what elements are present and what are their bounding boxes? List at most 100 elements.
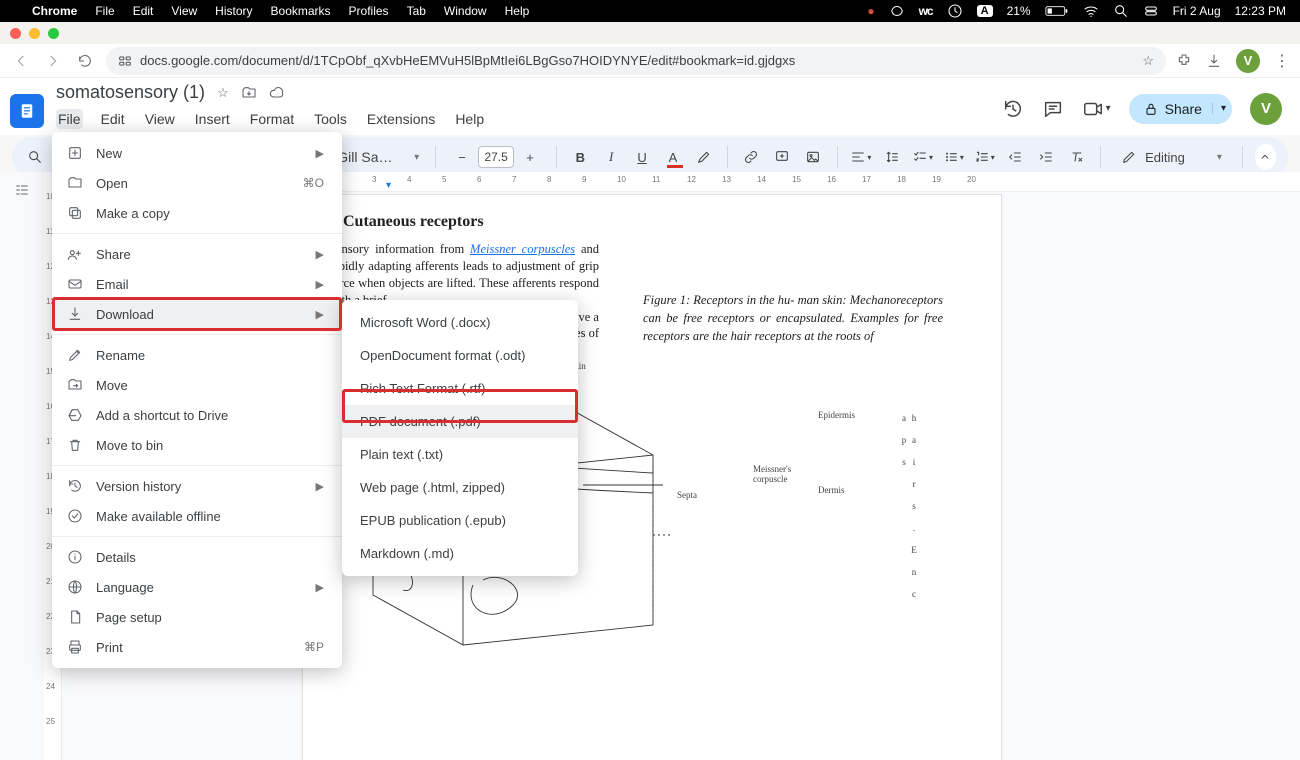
docs-menu-view[interactable]: View: [143, 109, 177, 129]
site-settings-icon[interactable]: [118, 54, 132, 68]
file-menu-make-available-offline[interactable]: Make available offline: [52, 501, 342, 531]
file-menu-language[interactable]: Language▶: [52, 572, 342, 602]
clear-formatting-button[interactable]: [1065, 143, 1088, 171]
back-button[interactable]: [10, 50, 32, 72]
wetransfer-icon[interactable]: wc: [919, 4, 933, 18]
file-menu-details[interactable]: Details: [52, 542, 342, 572]
meet-icon[interactable]: ▾: [1082, 98, 1111, 120]
download-option-html[interactable]: Web page (.html, zipped): [342, 471, 578, 504]
docs-menu-help[interactable]: Help: [453, 109, 486, 129]
macos-menu-profiles[interactable]: Profiles: [349, 4, 389, 18]
increase-indent-button[interactable]: [1035, 143, 1058, 171]
close-window-button[interactable]: [10, 28, 21, 39]
share-dropdown-icon[interactable]: ▾: [1212, 103, 1226, 114]
docs-menu-file[interactable]: File: [56, 109, 83, 129]
download-option-txt[interactable]: Plain text (.txt): [342, 438, 578, 471]
bold-button[interactable]: B: [569, 143, 592, 171]
star-icon[interactable]: ☆: [217, 85, 229, 101]
italic-button[interactable]: I: [600, 143, 623, 171]
editing-mode-select[interactable]: Editing ▾: [1113, 149, 1230, 165]
file-menu-version-history[interactable]: Version history▶: [52, 471, 342, 501]
control-center-icon[interactable]: [1143, 3, 1159, 19]
battery-icon[interactable]: [1045, 5, 1069, 17]
file-menu-move-to-bin[interactable]: Move to bin: [52, 430, 342, 460]
download-option-odt[interactable]: OpenDocument format (.odt): [342, 339, 578, 372]
maximize-window-button[interactable]: [48, 28, 59, 39]
file-menu-open[interactable]: Open⌘O: [52, 168, 342, 198]
docs-menu-extensions[interactable]: Extensions: [365, 109, 437, 129]
bulleted-list-button[interactable]: ▾: [942, 143, 965, 171]
download-option-docx[interactable]: Microsoft Word (.docx): [342, 306, 578, 339]
comments-icon[interactable]: [1042, 98, 1064, 120]
macos-menu-bookmarks[interactable]: Bookmarks: [271, 4, 331, 18]
minimize-window-button[interactable]: [29, 28, 40, 39]
file-menu-page-setup[interactable]: Page setup: [52, 602, 342, 632]
macos-app-name[interactable]: Chrome: [32, 4, 77, 18]
file-menu-share[interactable]: Share▶: [52, 239, 342, 269]
macos-menu-file[interactable]: File: [95, 4, 114, 18]
share-button[interactable]: Share ▾: [1129, 94, 1232, 124]
file-menu-move[interactable]: Move: [52, 370, 342, 400]
macos-time[interactable]: 12:23 PM: [1235, 4, 1286, 18]
macos-menu-tab[interactable]: Tab: [407, 4, 426, 18]
chrome-menu-icon[interactable]: ⋮: [1274, 51, 1290, 71]
numbered-list-button[interactable]: ▾: [973, 143, 996, 171]
insert-link-button[interactable]: [740, 143, 763, 171]
file-menu-download[interactable]: Download▶: [52, 299, 342, 329]
chrome-profile-avatar[interactable]: V: [1236, 49, 1260, 73]
align-button[interactable]: ▾: [849, 143, 872, 171]
reload-button[interactable]: [74, 50, 96, 72]
wifi-icon[interactable]: [1083, 3, 1099, 19]
downloads-icon[interactable]: [1206, 53, 1222, 69]
macos-menu-view[interactable]: View: [171, 4, 197, 18]
macos-menu-history[interactable]: History: [215, 4, 252, 18]
line-spacing-button[interactable]: [880, 143, 903, 171]
file-menu-email[interactable]: Email▶: [52, 269, 342, 299]
download-option-rtf[interactable]: Rich Text Format (.rtf): [342, 372, 578, 405]
add-comment-button[interactable]: [771, 143, 794, 171]
file-menu-print[interactable]: Print⌘P: [52, 632, 342, 662]
macos-menu-window[interactable]: Window: [444, 4, 487, 18]
docs-logo-icon[interactable]: [10, 94, 44, 128]
outline-toggle-icon[interactable]: [14, 182, 30, 198]
decrease-indent-button[interactable]: [1004, 143, 1027, 171]
file-menu-add-a-shortcut-to-drive[interactable]: Add a shortcut to Drive: [52, 400, 342, 430]
macos-menu-edit[interactable]: Edit: [133, 4, 154, 18]
docs-menu-format[interactable]: Format: [248, 109, 296, 129]
text-color-button[interactable]: A: [661, 143, 684, 171]
move-icon[interactable]: [241, 85, 257, 101]
clock-icon[interactable]: [947, 3, 963, 19]
macos-menu-help[interactable]: Help: [505, 4, 530, 18]
activity-history-icon[interactable]: [1002, 98, 1024, 120]
cloud-status-icon[interactable]: [269, 85, 285, 101]
highlight-color-button[interactable]: [692, 143, 715, 171]
file-menu-make-a-copy[interactable]: Make a copy: [52, 198, 342, 228]
input-source-icon[interactable]: A: [977, 5, 993, 17]
extensions-icon[interactable]: [1176, 53, 1192, 69]
underline-button[interactable]: U: [631, 143, 654, 171]
decrease-font-button[interactable]: −: [448, 143, 476, 171]
search-menu-icon[interactable]: [24, 143, 47, 171]
docs-menu-edit[interactable]: Edit: [99, 109, 127, 129]
indent-marker-icon[interactable]: ▾: [386, 180, 391, 191]
doc-link[interactable]: Meissner corpuscles: [470, 242, 575, 256]
increase-font-button[interactable]: +: [516, 143, 544, 171]
collapse-toolbar-button[interactable]: [1255, 144, 1276, 170]
macos-date[interactable]: Fri 2 Aug: [1173, 4, 1221, 18]
file-menu-rename[interactable]: Rename: [52, 340, 342, 370]
download-option-md[interactable]: Markdown (.md): [342, 537, 578, 570]
checklist-button[interactable]: ▾: [911, 143, 934, 171]
docs-menu-insert[interactable]: Insert: [193, 109, 232, 129]
document-title[interactable]: somatosensory (1): [56, 82, 205, 103]
insert-image-button[interactable]: [802, 143, 825, 171]
download-option-epub[interactable]: EPUB publication (.epub): [342, 504, 578, 537]
malwarebytes-icon[interactable]: [889, 3, 905, 19]
font-family-select[interactable]: Gill Sa… ▾: [333, 147, 423, 167]
bookmark-star-icon[interactable]: ☆: [1142, 53, 1154, 69]
download-option-pdf[interactable]: PDF document (.pdf): [342, 405, 578, 438]
font-size-input[interactable]: 27.5: [478, 146, 514, 168]
docs-menu-tools[interactable]: Tools: [312, 109, 349, 129]
spotlight-icon[interactable]: [1113, 3, 1129, 19]
file-menu-new[interactable]: New▶: [52, 138, 342, 168]
account-avatar[interactable]: V: [1250, 93, 1282, 125]
